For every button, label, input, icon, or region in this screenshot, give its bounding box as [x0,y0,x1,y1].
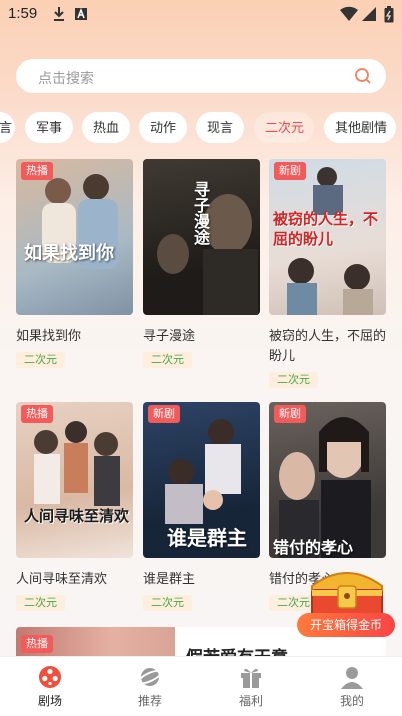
search-placeholder: 点击搜索 [38,70,94,86]
app-notification-icon [74,6,88,27]
search-bar[interactable]: 点击搜索 [16,59,386,93]
poster-title-art: 人间寻味至清欢 [24,507,130,525]
hot-tag: 热播 [21,635,53,653]
drama-card[interactable]: 新剧 被窃的人生，不屈的盼儿 被窃的人生，不屈的盼儿 二次元 [269,159,386,388]
category-label: 其他剧情 [335,120,388,135]
hot-tag: 热播 [21,405,53,423]
category-chip-active[interactable]: 二次元 [254,112,314,143]
film-reel-icon [38,665,62,689]
category-label: 动作 [150,120,177,135]
drama-poster[interactable]: 新剧 错付的孝心 [269,402,386,558]
battery-icon [384,6,394,28]
planet-icon [138,665,162,689]
genre-badge: 二次元 [269,372,318,388]
new-tag: 新剧 [274,162,306,180]
genre-badge: 二次元 [143,595,192,611]
tab-label: 福利 [238,694,263,708]
drama-card[interactable]: 寻子漫途 寻子漫途 二次元 [143,159,260,368]
poster-title-art: 如果找到你 [24,243,114,264]
tab-label: 推荐 [137,694,162,708]
tab-profile[interactable]: 我的 [302,657,402,716]
category-label: 军事 [36,120,63,135]
drama-title: 如果找到你 [16,328,82,343]
category-label: 热血 [93,120,120,135]
open-treasure-button[interactable]: 开宝箱得金币 [297,613,395,637]
drama-title: 寻子漫途 [143,328,196,343]
drama-title: 被窃的人生，不屈的盼儿 [269,328,387,363]
tab-label: 我的 [339,694,364,708]
category-chip[interactable]: 言 [0,112,15,143]
download-icon [52,6,66,27]
category-chip[interactable]: 其他剧情 [324,112,396,143]
poster-title-art: 寻子漫途 [191,181,210,245]
category-chip[interactable]: 军事 [25,112,73,143]
status-time: 1:59 [8,5,38,22]
new-tag: 新剧 [274,405,306,423]
category-label: 现言 [207,120,234,135]
drama-poster[interactable]: 新剧 被窃的人生，不屈的盼儿 [269,159,386,315]
category-label: 言 [0,120,12,135]
category-label: 二次元 [265,120,305,135]
status-bar: 1:59 [0,0,402,28]
drama-card[interactable]: 热播 人间寻味至清欢 人间寻味至清欢 二次元 [16,402,133,611]
drama-poster[interactable]: 热播 人间寻味至清欢 [16,402,133,558]
drama-title: 人间寻味至清欢 [16,571,108,586]
search-icon[interactable] [354,67,372,90]
drama-card[interactable]: 热播 如果找到你 如果找到你 二次元 [16,159,133,368]
signal-icon [362,6,376,27]
poster-title-art: 错付的孝心 [273,538,354,557]
category-chip[interactable]: 热血 [82,112,130,143]
drama-title: 谁是群主 [143,571,196,586]
user-icon [340,665,364,689]
new-tag: 新剧 [148,405,180,423]
drama-poster[interactable]: 寻子漫途 [143,159,260,315]
gift-box-icon [239,665,263,689]
genre-badge: 二次元 [143,352,192,368]
tab-label: 剧场 [37,694,62,708]
drama-card[interactable]: 新剧 谁是群主 谁是群主 二次元 [143,402,260,611]
drama-poster[interactable]: 热播 如果找到你 [16,159,133,315]
genre-badge: 二次元 [16,595,65,611]
drama-poster[interactable]: 新剧 谁是群主 [143,402,260,558]
poster-title-art: 被窃的人生，不屈的盼儿 [273,210,379,248]
tab-recommend[interactable]: 推荐 [100,657,200,716]
category-chips: 言 军事 热血 动作 现言 二次元 其他剧情 [0,112,402,144]
category-chip[interactable]: 现言 [196,112,244,143]
wifi-icon [340,6,358,27]
poster-title-art: 谁是群主 [167,526,247,550]
tab-theater[interactable]: 剧场 [0,657,100,716]
tab-welfare[interactable]: 福利 [201,657,301,716]
hot-tag: 热播 [21,162,53,180]
genre-badge: 二次元 [16,352,65,368]
category-chip[interactable]: 动作 [139,112,187,143]
bottom-tab-bar: 剧场 推荐 福利 我的 [0,656,402,716]
